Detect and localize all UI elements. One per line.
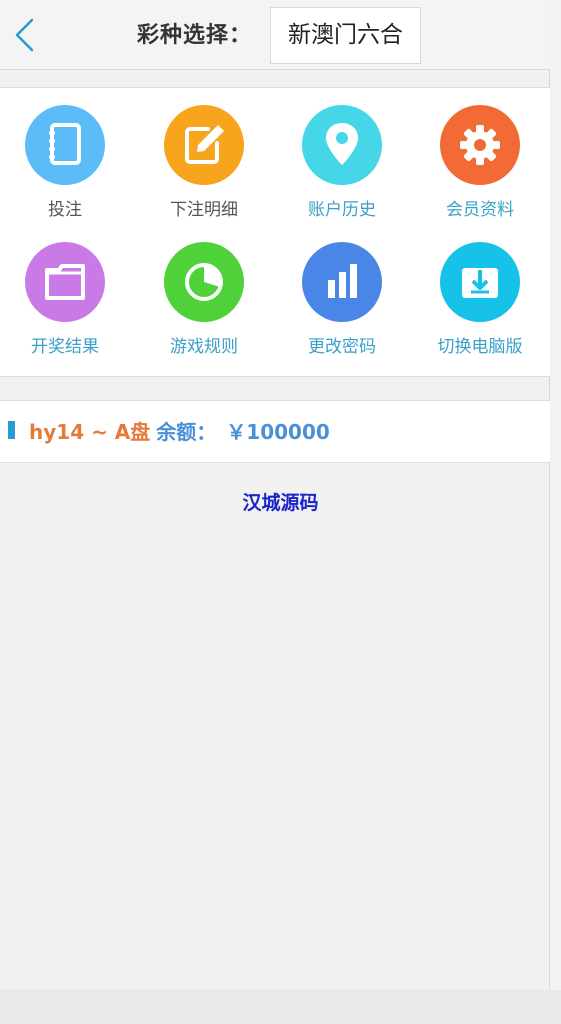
- menu-item-draw-results[interactable]: 开奖结果: [0, 225, 130, 357]
- account-marker: [8, 421, 15, 439]
- menu-item-bet[interactable]: 投注: [0, 88, 130, 220]
- watermark-text: 汉城源码: [242, 492, 319, 514]
- edit-icon: [164, 105, 244, 185]
- menu-item-label: 投注: [48, 200, 82, 220]
- balance-label: 余额：: [156, 420, 217, 444]
- account-info: hy14 ~ A盘 余额： ￥100000: [29, 418, 330, 446]
- account-summary-bar: hy14 ~ A盘 余额： ￥100000: [0, 400, 550, 463]
- menu-item-label: 游戏规则: [170, 337, 238, 357]
- back-button[interactable]: [12, 18, 42, 52]
- download-icon: [440, 242, 520, 322]
- page: 彩种选择： 新澳门六合 投注 下注明细 账户历史 会员资料 开奖结果 游戏规则 …: [0, 0, 561, 1024]
- menu-item-member-info[interactable]: 会员资料: [415, 88, 545, 220]
- menu-item-label: 会员资料: [446, 200, 514, 220]
- menu-item-label: 开奖结果: [31, 337, 99, 357]
- menu-item-desktop-version[interactable]: 切换电脑版: [415, 225, 545, 357]
- menu-grid: 投注 下注明细 账户历史 会员资料 开奖结果 游戏规则 更改密码 切换电脑版: [0, 87, 550, 377]
- header-bar: 彩种选择： 新澳门六合: [0, 0, 550, 70]
- lottery-type-label: 彩种选择：: [137, 23, 253, 48]
- bottom-strip: [0, 990, 561, 1024]
- menu-item-label: 切换电脑版: [437, 337, 523, 357]
- menu-item-label: 下注明细: [170, 200, 238, 220]
- pie-chart-icon: [164, 242, 244, 322]
- menu-item-change-password[interactable]: 更改密码: [277, 225, 407, 357]
- menu-item-game-rules[interactable]: 游戏规则: [139, 225, 269, 357]
- lottery-type-select[interactable]: 新澳门六合: [270, 7, 421, 64]
- balance-value: ￥100000: [226, 420, 330, 444]
- menu-item-bet-details[interactable]: 下注明细: [139, 88, 269, 220]
- bar-chart-icon: [302, 242, 382, 322]
- menu-item-label: 账户历史: [308, 200, 376, 220]
- chevron-left-icon: [15, 18, 34, 52]
- menu-item-account-history[interactable]: 账户历史: [277, 88, 407, 220]
- gear-icon: [440, 105, 520, 185]
- menu-item-label: 更改密码: [308, 337, 376, 357]
- folder-icon: [25, 242, 105, 322]
- location-pin-icon: [302, 105, 382, 185]
- notebook-icon: [25, 105, 105, 185]
- account-username: hy14 ~ A盘: [29, 420, 151, 444]
